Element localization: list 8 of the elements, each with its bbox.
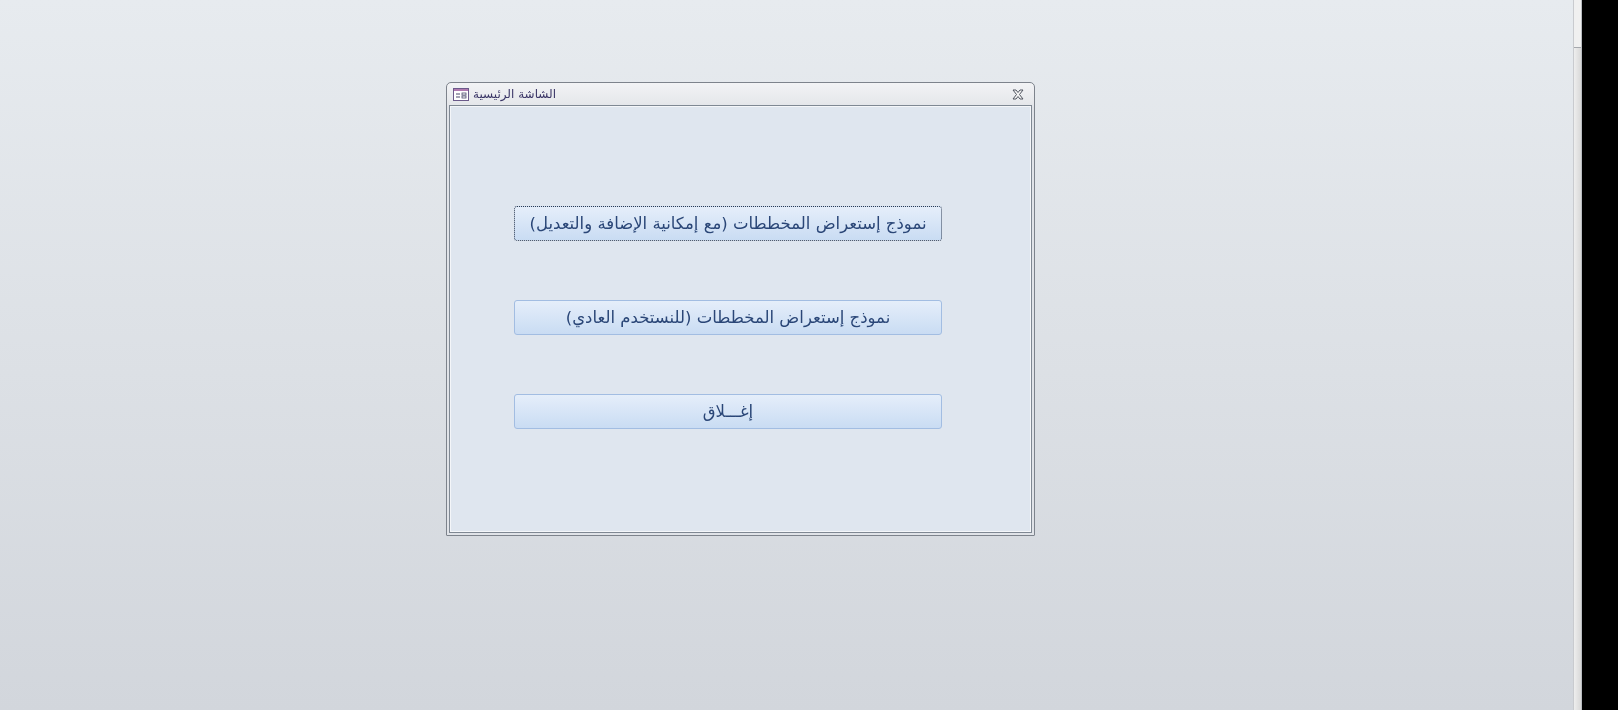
- form-icon: [453, 87, 469, 101]
- window-title: الشاشة الرئيسية: [473, 87, 556, 101]
- close-icon: [1012, 88, 1024, 100]
- close-button[interactable]: [1012, 88, 1024, 100]
- command-button[interactable]: نموذج إستعراض المخططات (مع إمكانية الإضافة والتعديل): [514, 206, 942, 241]
- command-button[interactable]: نموذج إستعراض المخططات (للنستخدم العادي): [514, 300, 942, 335]
- command-button[interactable]: إغـــلاق: [514, 394, 942, 429]
- vertical-scrollbar[interactable]: [1573, 0, 1582, 710]
